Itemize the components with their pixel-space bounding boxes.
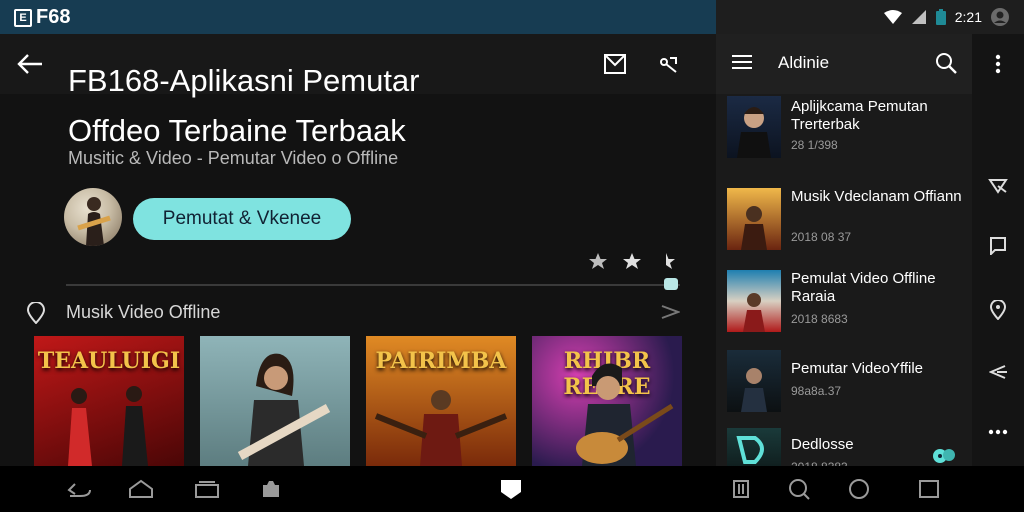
nav-back-icon[interactable]: [66, 478, 92, 500]
thumbnail-caption: PAIRIMBA: [375, 348, 507, 374]
share-icon[interactable]: [658, 54, 680, 76]
shield-nav-icon[interactable]: [498, 478, 524, 500]
side-header: Aldinie: [716, 34, 972, 94]
side-title: Aldinie: [778, 53, 830, 72]
list-item-meta: 2018 8683: [791, 312, 848, 326]
thumbnail-figure: [237, 353, 331, 466]
list-item-thumb: [727, 350, 781, 412]
progress-handle[interactable]: [664, 278, 678, 290]
rating-stars[interactable]: [588, 252, 676, 270]
status-icons: 2:21: [883, 7, 1010, 27]
list-item-thumb: [727, 270, 781, 332]
title-line-1: FB168-Aplikasni Pemutar: [68, 63, 420, 98]
battery-icon: [935, 8, 947, 26]
page-title: FB168-Aplikasni Pemutar Offdeo Terbaine …: [68, 56, 628, 156]
list-item-thumb: [727, 188, 781, 250]
bookmark-icon[interactable]: [984, 232, 1012, 260]
page-subtitle: Musitic & Video - Pemutar Video o Offlin…: [68, 148, 399, 168]
signal-icon: [911, 9, 927, 25]
pause-icon[interactable]: [728, 478, 754, 500]
list-item-meta: 28 1/398: [791, 138, 838, 152]
thumbnail-figure: [68, 386, 148, 466]
arrow-back-icon[interactable]: [16, 52, 44, 76]
thumbnail-card[interactable]: PAIRIMBA: [366, 336, 516, 466]
chevron-icon[interactable]: [660, 304, 680, 320]
nav-search-icon[interactable]: [786, 478, 812, 500]
main-pane: FB168-Aplikasni Pemutar Offdeo Terbaine …: [0, 34, 716, 466]
status-bar-right: 2:21: [716, 0, 1024, 34]
list-item-title: Pemulat Video Offline Raraia: [791, 270, 936, 305]
side-list: Aplijkcama Pemutan Trerterbak 28 1/398 M…: [716, 96, 972, 496]
right-rail: [972, 34, 1024, 466]
list-item[interactable]: Aplijkcama Pemutan Trerterbak 28 1/398: [716, 96, 972, 176]
list-item[interactable]: Pemulat Video Offline Raraia 2018 8683: [716, 256, 972, 336]
gallery-icon[interactable]: [258, 478, 284, 500]
clock: 2:21: [954, 9, 982, 25]
brand: E F68: [14, 6, 70, 29]
pin-icon[interactable]: [984, 296, 1012, 324]
section-header[interactable]: Musik Video Offline: [0, 298, 716, 328]
list-item-thumb: [727, 96, 781, 158]
more-vert-icon[interactable]: [984, 50, 1012, 78]
hamburger-icon[interactable]: [732, 54, 752, 70]
avatar[interactable]: [64, 188, 122, 246]
thumbnail-card[interactable]: TEAULUIGI: [34, 336, 184, 466]
assistant-icon[interactable]: [932, 444, 956, 466]
thumbnail-caption: TEAULUIGI: [37, 348, 181, 374]
search-icon[interactable]: [935, 52, 957, 74]
thumbnail-card[interactable]: [200, 336, 350, 466]
nav-home-circle-icon[interactable]: [846, 478, 872, 500]
location-icon: [26, 302, 46, 324]
divider: [66, 284, 680, 286]
list-item-meta: 2018 08 37: [791, 230, 852, 244]
list-item-title: Aplijkcama Pemutan Trerterbak: [791, 98, 928, 133]
thumbnail-figure: [374, 390, 508, 466]
section-label: Musik Video Offline: [66, 302, 221, 322]
brand-logo-icon: E: [14, 8, 32, 27]
status-bar-left: E F68: [0, 0, 716, 34]
brand-label: F68: [36, 6, 71, 28]
side-pane: Aldinie Aplijkcama Pemutan Trerterbak 28…: [716, 34, 972, 482]
wifi-icon: [883, 9, 903, 25]
star-icon[interactable]: [622, 252, 642, 270]
reply-icon[interactable]: [984, 172, 1012, 200]
thumbnail-card[interactable]: RHIBR REARE: [532, 336, 682, 466]
list-item-title: Pemutar VideoYffile: [791, 360, 924, 377]
home-icon[interactable]: [128, 478, 154, 500]
list-item-meta: 98a8a.37: [791, 384, 842, 398]
list-item[interactable]: Musik Vdeclanam Offiann 2018 08 37: [716, 176, 972, 256]
send-back-icon[interactable]: [984, 358, 1012, 386]
thumbnail-figure: [576, 363, 674, 466]
list-item[interactable]: Pemutar VideoYffile 98a8a.37: [716, 336, 972, 416]
star-half-icon[interactable]: [656, 252, 676, 270]
list-item-title: Musik Vdeclanam Offiann: [791, 188, 962, 205]
thumbnail-row: TEAULUIGI PAIRIMBA RHIBR REARE: [34, 336, 716, 466]
recents-icon[interactable]: [194, 478, 220, 500]
more-horiz-icon[interactable]: [984, 418, 1012, 446]
navigation-bar: [0, 466, 1024, 512]
nav-recents-square-icon[interactable]: [916, 478, 942, 500]
star-icon[interactable]: [588, 252, 608, 270]
player-button[interactable]: Pemutat & Vkenee: [133, 198, 351, 240]
account-icon[interactable]: [990, 7, 1010, 27]
